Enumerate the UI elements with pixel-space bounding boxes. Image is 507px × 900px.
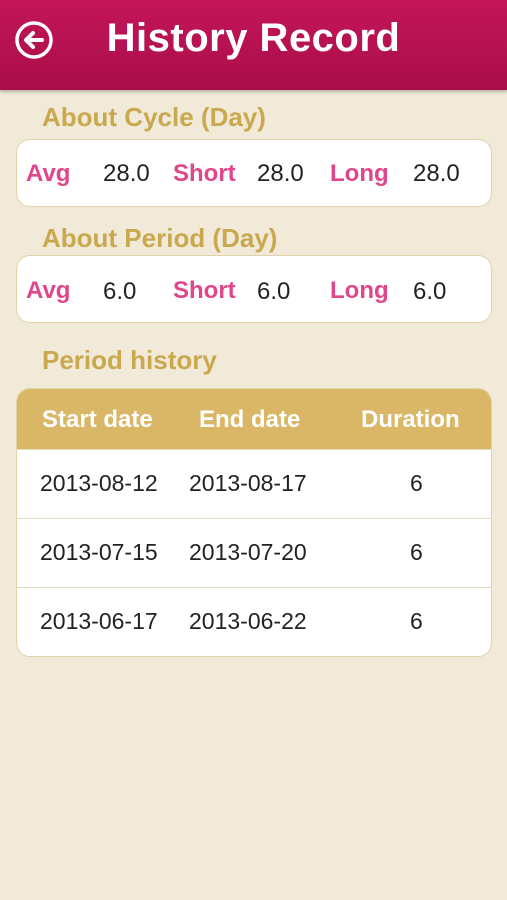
column-header-end-date: End date: [199, 406, 301, 433]
column-header-duration: Duration: [361, 406, 460, 433]
start-date-cell: 2013-07-15: [40, 539, 158, 565]
table-row[interactable]: 2013-08-12 2013-08-17 6: [17, 449, 491, 518]
period-short-label: Short: [173, 277, 236, 304]
period-history-table: Start date End date Duration 2013-08-12 …: [16, 388, 492, 657]
table-header: Start date End date Duration: [17, 389, 491, 449]
start-date-cell: 2013-08-12: [40, 470, 158, 496]
end-date-cell: 2013-08-17: [189, 470, 307, 496]
period-stats-card: Avg 6.0 Short 6.0 Long 6.0: [16, 255, 492, 323]
start-date-cell: 2013-06-17: [40, 608, 158, 634]
app-header: History Record: [0, 0, 507, 90]
duration-cell: 6: [410, 470, 423, 496]
cycle-section-title: About Cycle (Day): [42, 102, 266, 132]
duration-cell: 6: [410, 608, 423, 634]
period-avg-value: 6.0: [103, 278, 137, 305]
period-short-value: 6.0: [257, 278, 291, 305]
cycle-avg-label: Avg: [26, 160, 71, 187]
table-row[interactable]: 2013-06-17 2013-06-22 6: [17, 587, 491, 656]
period-avg-label: Avg: [26, 277, 71, 304]
period-long-label: Long: [330, 277, 389, 304]
cycle-short-label: Short: [173, 160, 236, 187]
duration-cell: 6: [410, 539, 423, 565]
column-header-start-date: Start date: [42, 406, 153, 433]
end-date-cell: 2013-07-20: [189, 539, 307, 565]
period-section-title: About Period (Day): [42, 223, 278, 253]
cycle-long-label: Long: [330, 160, 389, 187]
history-section-title: Period history: [42, 345, 217, 375]
cycle-short-value: 28.0: [257, 160, 304, 187]
end-date-cell: 2013-06-22: [189, 608, 307, 634]
table-row[interactable]: 2013-07-15 2013-07-20 6: [17, 518, 491, 587]
page-title: History Record: [106, 16, 401, 60]
period-long-value: 6.0: [413, 278, 447, 305]
cycle-long-value: 28.0: [413, 160, 460, 187]
cycle-stats-card: Avg 28.0 Short 28.0 Long 28.0: [16, 139, 492, 207]
cycle-avg-value: 28.0: [103, 160, 150, 187]
